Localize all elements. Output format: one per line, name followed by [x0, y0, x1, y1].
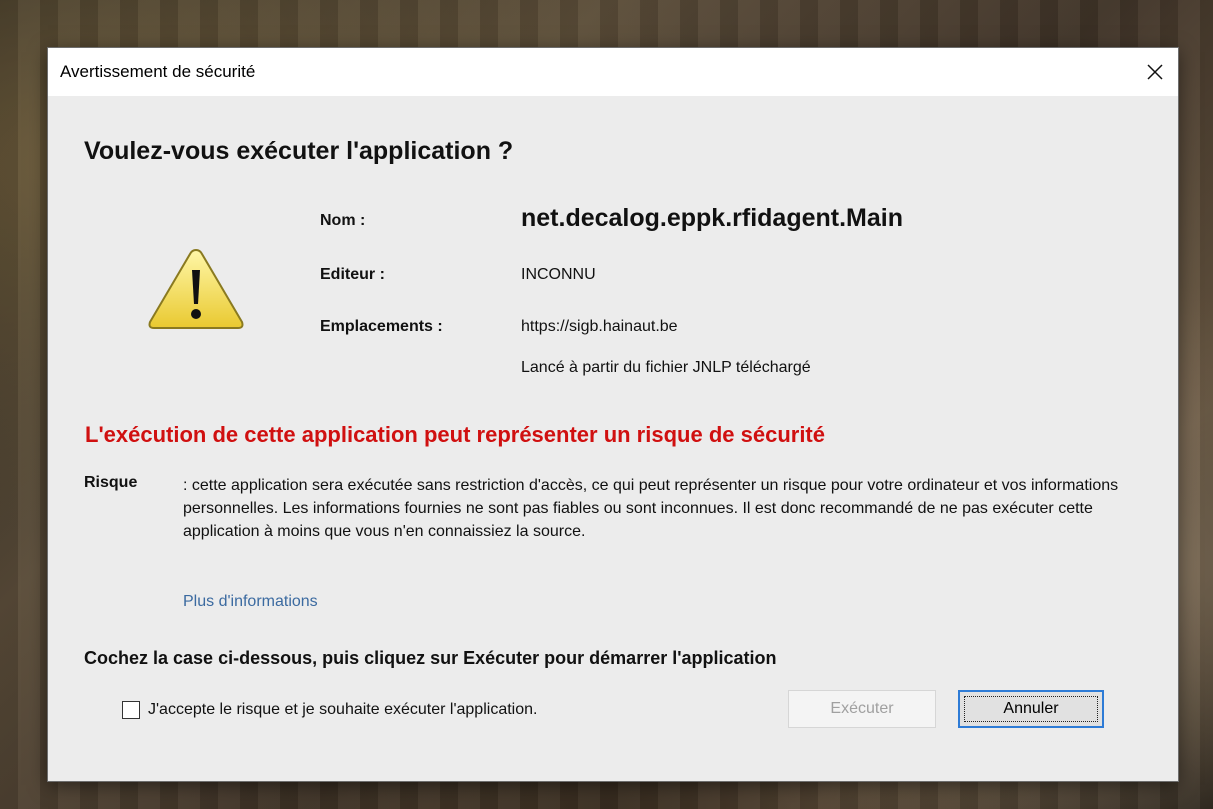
dialog-title: Avertissement de sécurité: [60, 62, 256, 81]
title-bar[interactable]: Avertissement de sécurité: [48, 48, 1178, 96]
security-warning-dialog: Avertissement de sécurité Voulez-vous ex…: [48, 48, 1178, 781]
warning-icon: [148, 248, 244, 329]
location-url: https://sigb.hainaut.be: [521, 318, 678, 335]
publisher-label: Editeur :: [320, 266, 385, 283]
locations-label: Emplacements :: [320, 318, 443, 335]
close-icon: [1147, 64, 1163, 80]
accept-risk-label[interactable]: J'accepte le risque et je souhaite exécu…: [148, 701, 537, 719]
run-button[interactable]: Exécuter: [788, 690, 936, 728]
publisher-value: INCONNU: [521, 266, 596, 283]
application-name: net.decalog.eppk.rfidagent.Main: [521, 204, 903, 232]
accept-risk-checkbox[interactable]: [122, 701, 140, 719]
name-label: Nom :: [320, 212, 366, 229]
risk-label: Risque: [84, 474, 138, 491]
close-button[interactable]: [1132, 48, 1178, 96]
cancel-button[interactable]: Annuler: [958, 690, 1104, 728]
instruction-text: Cochez la case ci-dessous, puis cliquez …: [84, 648, 777, 668]
location-note: Lancé à partir du fichier JNLP télécharg…: [521, 359, 811, 376]
focus-ring: [964, 696, 1098, 722]
risk-description: : cette application sera exécutée sans r…: [183, 477, 1119, 540]
dialog-heading: Voulez-vous exécuter l'application ?: [84, 137, 514, 165]
more-info-link[interactable]: Plus d'informations: [183, 593, 318, 611]
risk-heading: L'exécution de cette application peut re…: [85, 422, 825, 447]
